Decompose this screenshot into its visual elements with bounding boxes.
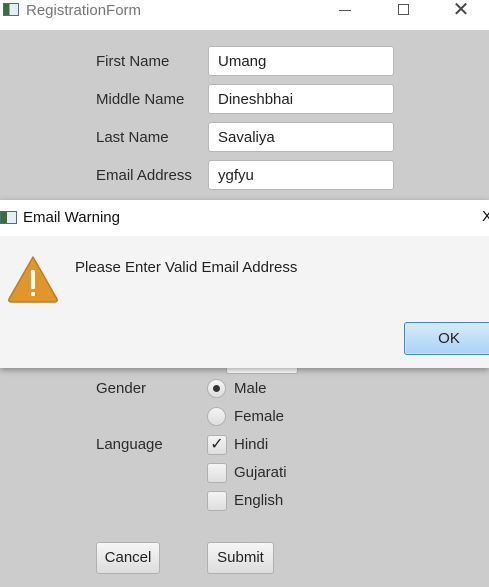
submit-button[interactable]: Submit [207,542,274,574]
app-icon [3,3,19,16]
hidden-field-edge [226,368,298,374]
dialog-app-icon [0,211,17,224]
maximize-icon [398,4,409,15]
language-option-hindi-label: Hindi [234,436,269,453]
middle-name-label: Middle Name [96,91,185,108]
language-label: Language [96,436,163,453]
language-checkbox-english[interactable] [207,491,227,511]
minimize-icon [339,10,351,11]
cancel-button[interactable]: Cancel [96,542,160,574]
ok-button[interactable]: OK [404,322,489,355]
middle-name-field[interactable]: Dineshbhai [208,84,394,114]
last-name-field[interactable]: Savaliya [208,122,394,152]
warning-icon [8,256,58,303]
dialog-message: Please Enter Valid Email Address [75,259,298,276]
window-title: RegistrationForm [26,2,142,19]
gender-radio-male[interactable] [207,379,226,398]
close-button[interactable]: ✕ [438,0,484,22]
language-checkbox-hindi[interactable]: ✓ [207,435,227,455]
minimize-button[interactable] [322,0,368,22]
email-field[interactable]: ygfyu [208,160,394,190]
email-warning-dialog: Email Warning X Please Enter Valid Email… [0,200,489,368]
gender-radio-female[interactable] [207,407,226,426]
maximize-button[interactable] [380,0,426,22]
language-checkbox-gujarati[interactable] [207,463,227,483]
checkmark-icon: ✓ [210,436,224,453]
language-option-english-label: English [234,492,284,509]
last-name-label: Last Name [96,129,169,146]
dialog-titlebar: Email Warning X [0,200,489,236]
first-name-label: First Name [96,53,170,70]
gender-label: Gender [96,380,147,397]
email-label: Email Address [96,167,192,184]
dialog-close-icon[interactable]: X [482,208,489,225]
window-titlebar: RegistrationForm ✕ [0,0,489,30]
close-icon: ✕ [452,0,470,21]
gender-option-female-label: Female [234,408,285,425]
language-option-gujarati-label: Gujarati [234,464,287,481]
dialog-title: Email Warning [23,209,120,226]
first-name-field[interactable]: Umang [208,46,394,76]
gender-option-male-label: Male [234,380,267,397]
